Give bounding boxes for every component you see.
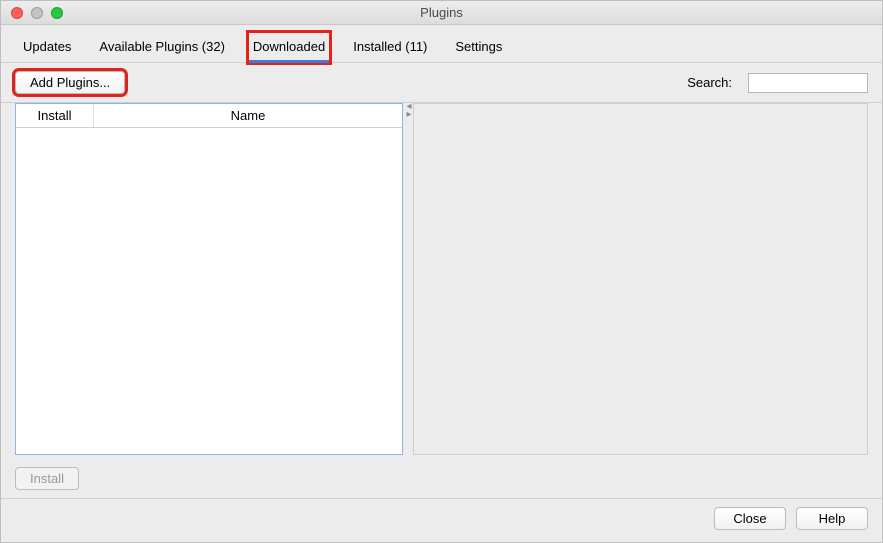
col-name[interactable]: Name	[94, 104, 402, 127]
chevron-right-icon: ▸	[406, 111, 409, 119]
search-input[interactable]	[748, 73, 868, 93]
tab-available[interactable]: Available Plugins (32)	[95, 33, 229, 62]
window-controls	[1, 7, 63, 19]
col-install[interactable]: Install	[16, 104, 94, 127]
titlebar: Plugins	[1, 1, 882, 25]
install-row: Install	[1, 461, 882, 498]
window-zoom-icon[interactable]	[51, 7, 63, 19]
toolbar: Add Plugins... Search:	[1, 63, 882, 103]
table-header: Install Name	[16, 104, 402, 128]
splitter-handle[interactable]: ◂ ▸	[403, 103, 413, 455]
plugins-window: Plugins Updates Available Plugins (32) D…	[0, 0, 883, 543]
tab-settings[interactable]: Settings	[451, 33, 506, 62]
tab-installed[interactable]: Installed (11)	[349, 33, 431, 62]
table-body[interactable]	[16, 128, 402, 454]
tab-updates[interactable]: Updates	[19, 33, 75, 62]
window-minimize-icon[interactable]	[31, 7, 43, 19]
plugin-table-pane: Install Name	[15, 103, 403, 455]
search-label: Search:	[687, 75, 732, 90]
tab-downloaded[interactable]: Downloaded	[249, 33, 329, 62]
plugin-table: Install Name	[15, 103, 403, 455]
content-area: Install Name ◂ ▸	[1, 103, 882, 461]
window-title: Plugins	[1, 5, 882, 20]
tab-bar: Updates Available Plugins (32) Downloade…	[1, 25, 882, 63]
add-plugins-button[interactable]: Add Plugins...	[15, 71, 125, 94]
detail-pane	[413, 103, 868, 455]
window-close-icon[interactable]	[11, 7, 23, 19]
close-button[interactable]: Close	[714, 507, 786, 530]
help-button[interactable]: Help	[796, 507, 868, 530]
install-button: Install	[15, 467, 79, 490]
footer: Close Help	[1, 498, 882, 542]
